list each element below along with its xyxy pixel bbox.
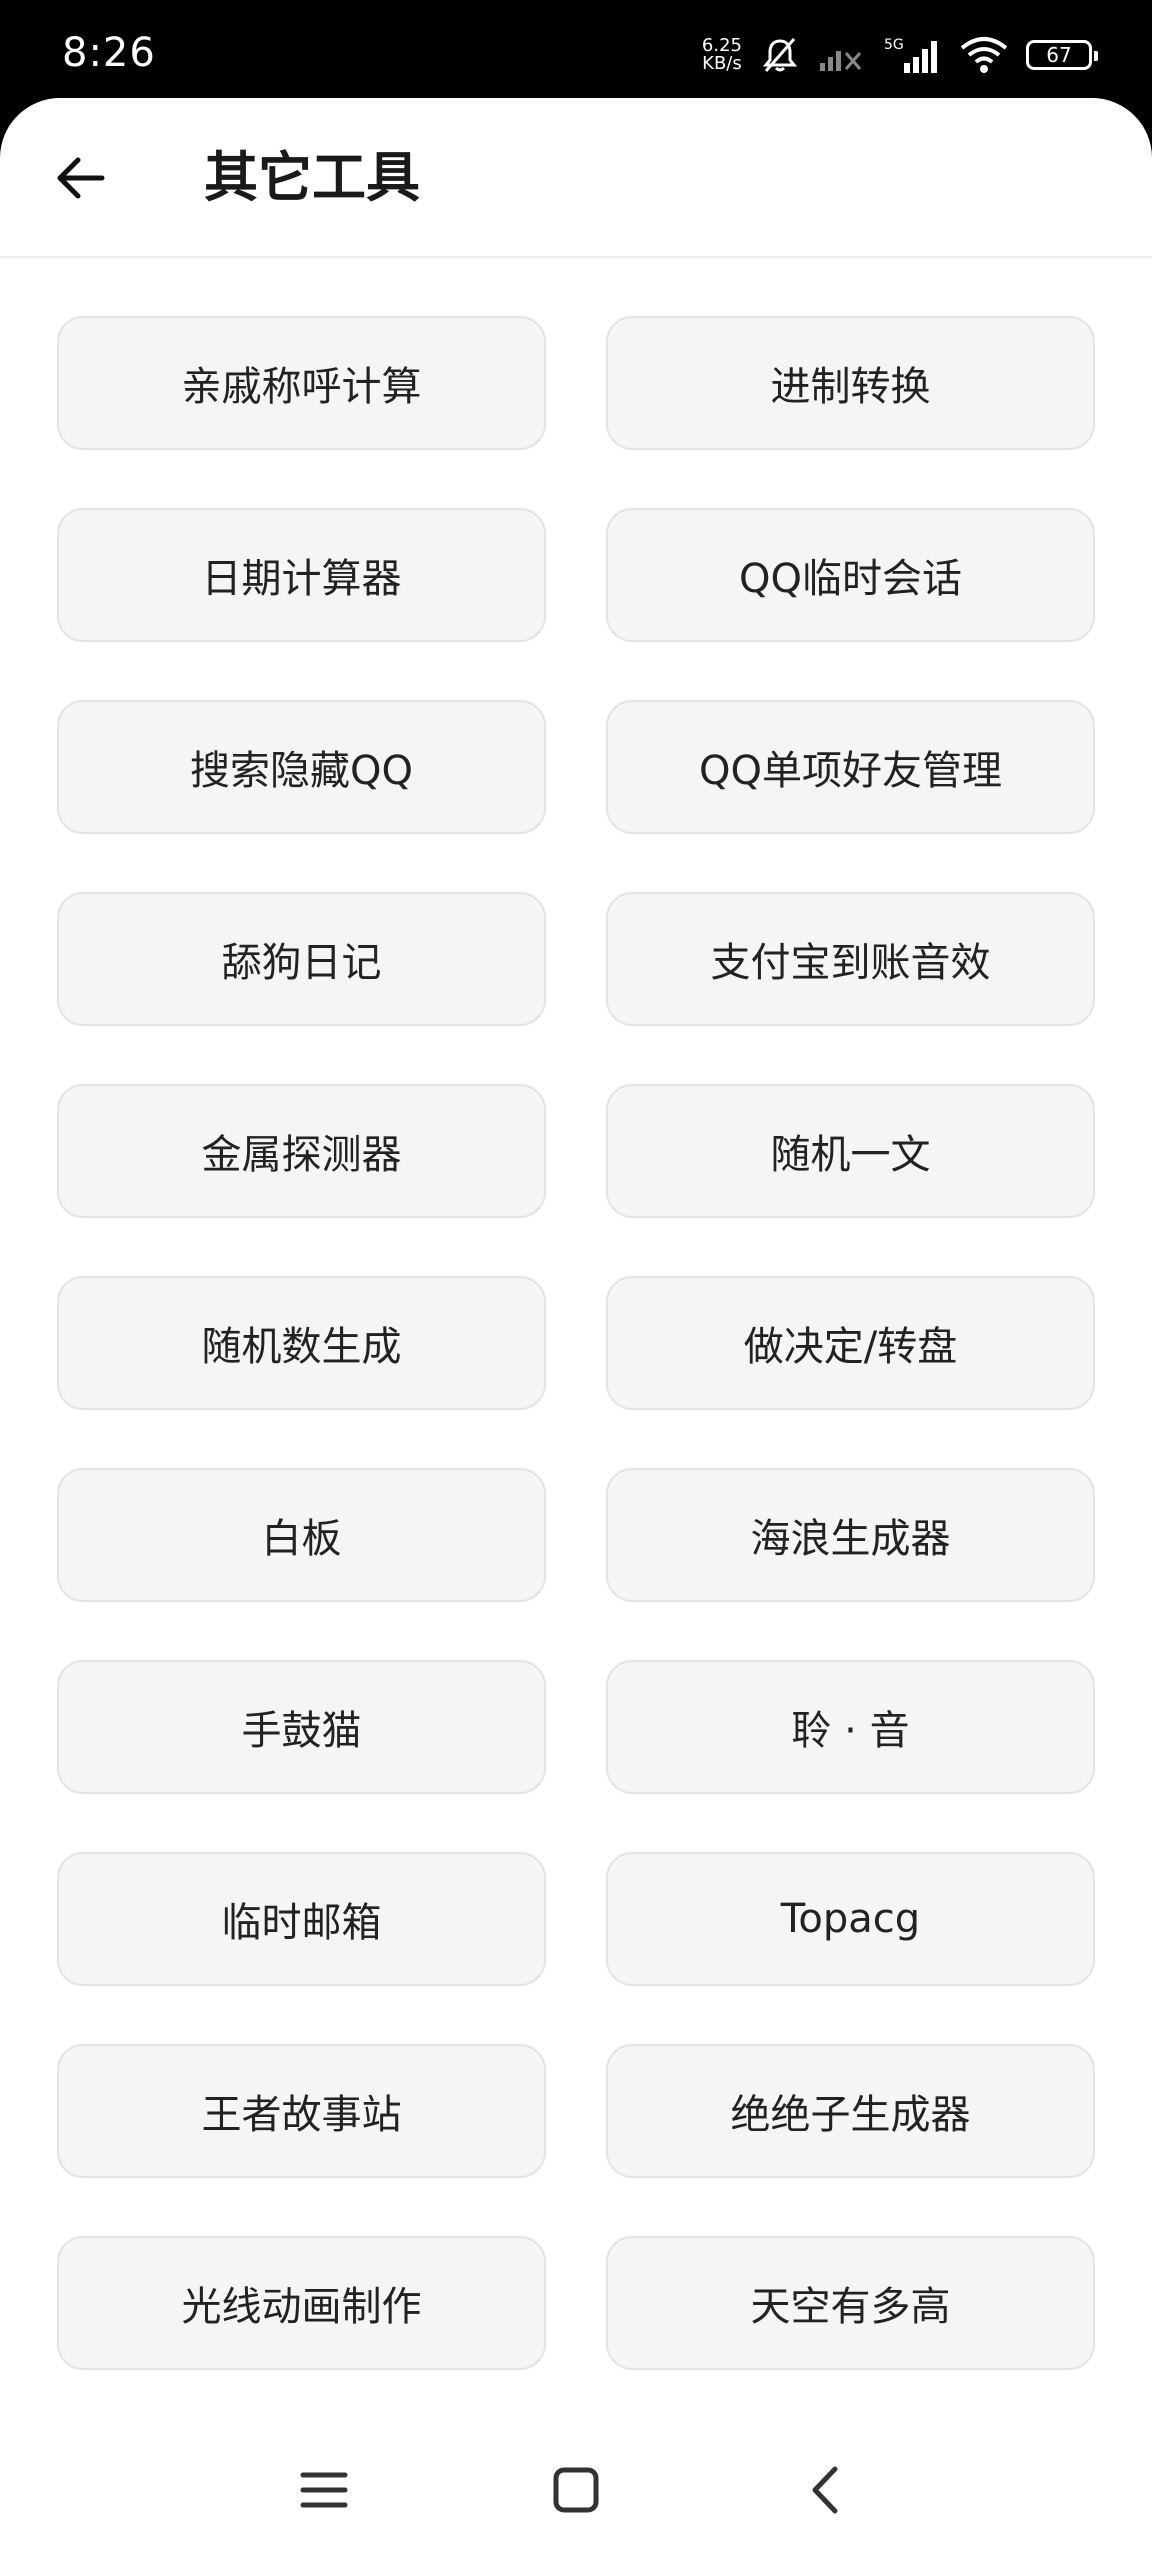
battery-icon: 67	[1026, 40, 1098, 70]
arrow-left-icon	[57, 157, 105, 199]
tool-button[interactable]: QQ临时会话	[606, 508, 1095, 642]
tool-button[interactable]: 支付宝到账音效	[606, 892, 1095, 1026]
home-button[interactable]	[536, 2450, 616, 2530]
tool-button[interactable]: 随机数生成	[57, 1276, 546, 1410]
status-bar: 8:26 6.25 KB/s 5G 67	[0, 0, 1152, 100]
tool-button[interactable]: 临时邮箱	[57, 1852, 546, 1986]
tool-button[interactable]: 白板	[57, 1468, 546, 1602]
signal-off-icon	[818, 37, 864, 73]
nav-bar	[0, 2410, 1152, 2560]
net-speed: 6.25 KB/s	[702, 37, 742, 73]
tool-button[interactable]: 亲戚称呼计算	[57, 316, 546, 450]
back-nav-button[interactable]	[786, 2450, 866, 2530]
tool-button[interactable]: 做决定/转盘	[606, 1276, 1095, 1410]
screen: 8:26 6.25 KB/s 5G 67 其它工具 亲戚称呼计算 进制转换 日期…	[0, 0, 1152, 2560]
tool-button[interactable]: 舔狗日记	[57, 892, 546, 1026]
menu-icon	[300, 2472, 348, 2508]
tool-button[interactable]: 金属探测器	[57, 1084, 546, 1218]
app-header: 其它工具	[0, 98, 1152, 258]
tool-button[interactable]: 聆 · 音	[606, 1660, 1095, 1794]
page-title: 其它工具	[204, 146, 420, 209]
signal-icon: 5G	[882, 35, 942, 75]
tool-grid: 亲戚称呼计算 进制转换 日期计算器 QQ临时会话 搜索隐藏QQ QQ单项好友管理…	[57, 316, 1095, 2370]
tool-button[interactable]: 海浪生成器	[606, 1468, 1095, 1602]
back-nav-icon	[812, 2466, 838, 2514]
tool-button[interactable]: Topacg	[606, 1852, 1095, 1986]
app-content: 其它工具 亲戚称呼计算 进制转换 日期计算器 QQ临时会话 搜索隐藏QQ QQ单…	[0, 98, 1152, 2560]
tool-button[interactable]: 进制转换	[606, 316, 1095, 450]
tool-button[interactable]: 随机一文	[606, 1084, 1095, 1218]
tool-button[interactable]: 王者故事站	[57, 2044, 546, 2178]
home-icon	[553, 2467, 599, 2513]
network-type: 5G	[884, 37, 904, 53]
tool-button[interactable]: 日期计算器	[57, 508, 546, 642]
tool-button[interactable]: 绝绝子生成器	[606, 2044, 1095, 2178]
back-button[interactable]	[44, 142, 116, 214]
tool-button[interactable]: 手鼓猫	[57, 1660, 546, 1794]
menu-button[interactable]	[284, 2450, 364, 2530]
tool-button[interactable]: QQ单项好友管理	[606, 700, 1095, 834]
status-time: 8:26	[62, 30, 156, 76]
tool-button[interactable]: 天空有多高	[606, 2236, 1095, 2370]
mute-icon	[760, 35, 800, 75]
status-icons: 6.25 KB/s 5G 67	[702, 30, 1098, 80]
net-speed-unit: KB/s	[702, 53, 742, 74]
battery-level: 67	[1046, 43, 1072, 67]
tool-button[interactable]: 搜索隐藏QQ	[57, 700, 546, 834]
wifi-icon	[960, 36, 1008, 74]
tool-button[interactable]: 光线动画制作	[57, 2236, 546, 2370]
